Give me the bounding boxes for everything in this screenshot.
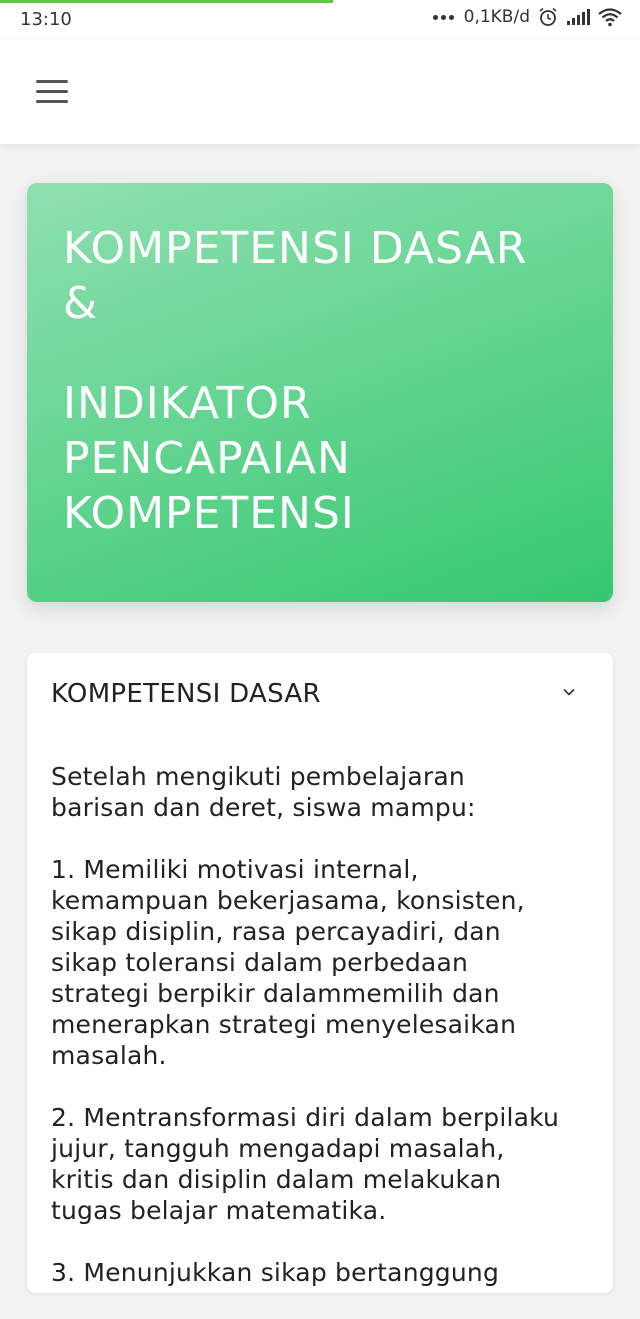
status-bar: 13:10 0,1KB/d	[0, 0, 640, 40]
status-indicators: 0,1KB/d	[432, 7, 622, 27]
hero-title-line-4: PENCAPAIAN	[63, 433, 351, 484]
intro-paragraph: Setelah mengikuti pembelajaran barisan d…	[51, 762, 476, 822]
hero-title-line-1: KOMPETENSI DASAR	[63, 223, 528, 274]
wifi-icon	[598, 8, 622, 27]
hero-banner: KOMPETENSI DASAR & INDIKATOR PENCAPAIAN …	[27, 183, 613, 602]
chevron-down-icon[interactable]	[563, 686, 575, 698]
hero-title-line-3: INDIKATOR	[63, 378, 312, 429]
accordion-title: KOMPETENSI DASAR	[51, 679, 321, 709]
accordion-header[interactable]: KOMPETENSI DASAR	[27, 653, 613, 737]
accordion-body: Setelah mengikuti pembelajaran barisan d…	[51, 761, 591, 1319]
page-load-progress	[0, 0, 333, 3]
hero-title-line-2: &	[63, 278, 99, 329]
status-time: 13:10	[20, 9, 72, 30]
more-dots-icon	[432, 14, 454, 20]
hamburger-menu-icon[interactable]	[34, 78, 70, 106]
app-bar	[0, 40, 640, 144]
hero-title-line-5: KOMPETENSI	[63, 488, 355, 539]
competency-item-2: 2. Mentransformasi diri dalam berpilaku …	[51, 1103, 560, 1225]
competency-item-3: 3. Menunjukkan sikap bertanggung	[51, 1258, 500, 1287]
accordion-card: KOMPETENSI DASAR Setelah mengikuti pembe…	[27, 653, 613, 1293]
alarm-icon	[539, 7, 557, 26]
competency-item-1: 1. Memiliki motivasi internal, kemampuan…	[51, 855, 525, 1070]
network-speed: 0,1KB/d	[463, 7, 530, 27]
signal-icon	[567, 9, 590, 25]
